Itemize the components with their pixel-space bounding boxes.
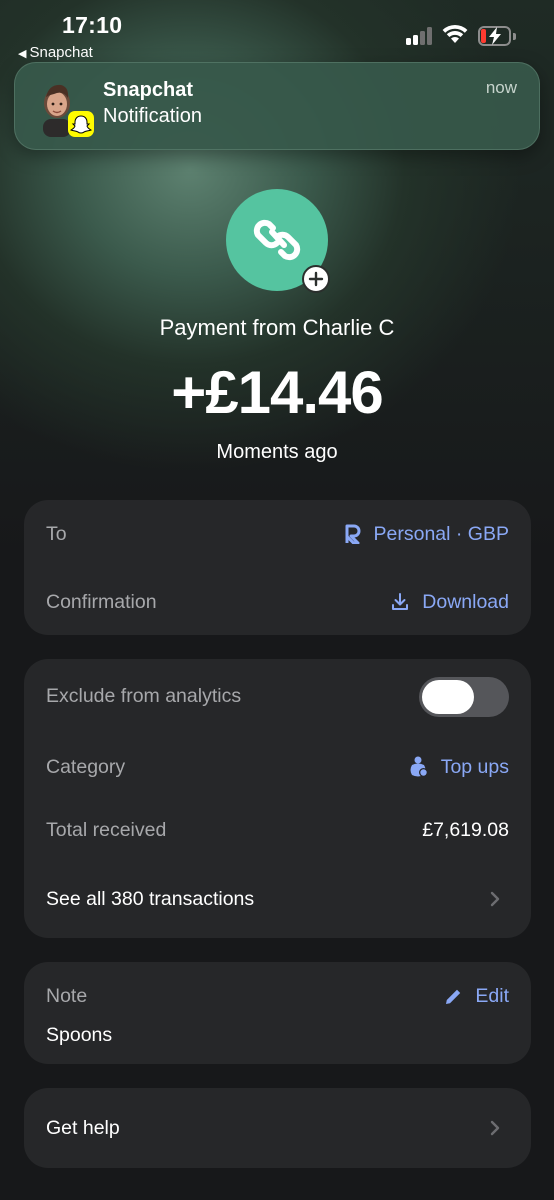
category-label: Category <box>46 756 126 778</box>
note-text: Spoons <box>46 1024 113 1046</box>
confirmation-row: Confirmation Download <box>46 582 509 622</box>
edit-label: Edit <box>475 985 509 1007</box>
note-card: Note Edit Spoons <box>24 962 531 1064</box>
chevron-right-icon <box>490 1120 500 1136</box>
download-label: Download <box>422 591 509 613</box>
back-to-app-link[interactable]: ◀ Snapchat <box>18 44 93 61</box>
back-app-label: Snapchat <box>29 44 93 61</box>
notification-body: Notification <box>103 105 202 127</box>
see-all-transactions-row[interactable]: See all 380 transactions <box>46 879 509 919</box>
toggle-knob <box>422 680 474 714</box>
download-icon <box>392 593 409 610</box>
exclude-analytics-toggle[interactable] <box>419 677 509 717</box>
payer-title: Payment from Charlie C <box>159 315 395 340</box>
total-received-label: Total received <box>46 819 167 841</box>
link-icon <box>253 219 301 261</box>
details-card: To Personal · GBP Confirmation Download <box>24 500 531 635</box>
transaction-time: Moments ago <box>216 441 338 463</box>
wifi-icon <box>442 24 468 43</box>
to-label: To <box>46 523 67 545</box>
to-account-link[interactable]: Personal · GBP <box>344 514 509 554</box>
status-bar: 17:10 ◀ Snapchat <box>0 0 554 61</box>
category-value: Top ups <box>440 756 509 778</box>
note-header-row: Note Edit <box>46 976 509 1016</box>
total-received-row: Total received £7,619.08 <box>46 810 509 850</box>
to-account-value: Personal · GBP <box>373 523 509 545</box>
note-label: Note <box>46 985 88 1007</box>
status-time: 17:10 <box>62 12 123 38</box>
battery-icon <box>478 26 516 46</box>
get-help-label: Get help <box>46 1117 120 1139</box>
plus-icon <box>308 271 324 287</box>
notification-app-name: Snapchat <box>103 79 194 101</box>
notification-banner[interactable]: Snapchat Notification now <box>14 62 540 150</box>
top-ups-icon <box>410 756 428 777</box>
cellular-signal-icon <box>406 27 434 45</box>
see-all-transactions-label: See all 380 transactions <box>46 888 255 910</box>
get-help-row[interactable]: Get help <box>46 1108 509 1148</box>
pencil-icon <box>446 989 461 1004</box>
to-row: To Personal · GBP <box>46 514 509 554</box>
edit-note-button[interactable]: Edit <box>444 976 509 1016</box>
bitmoji-avatar-icon <box>43 84 94 137</box>
exclude-analytics-label: Exclude from analytics <box>46 685 242 707</box>
add-contact-button[interactable] <box>302 265 330 293</box>
chevron-right-icon <box>490 891 500 907</box>
exclude-analytics-row: Exclude from analytics <box>46 676 509 717</box>
revolut-logo-icon <box>345 524 360 544</box>
total-received-value: £7,619.08 <box>422 819 509 841</box>
back-triangle-icon: ◀ <box>18 48 27 60</box>
analytics-card: Exclude from analytics Category Top ups … <box>24 659 531 938</box>
get-help-card[interactable]: Get help <box>24 1088 531 1168</box>
notification-time: now <box>485 78 517 97</box>
transaction-amount: +£14.46 <box>171 359 384 426</box>
confirmation-label: Confirmation <box>46 591 157 613</box>
download-confirmation-button[interactable]: Download <box>390 582 509 622</box>
charging-bolt-icon <box>489 27 501 45</box>
category-row: Category Top ups <box>46 747 509 787</box>
category-link[interactable]: Top ups <box>409 747 509 787</box>
